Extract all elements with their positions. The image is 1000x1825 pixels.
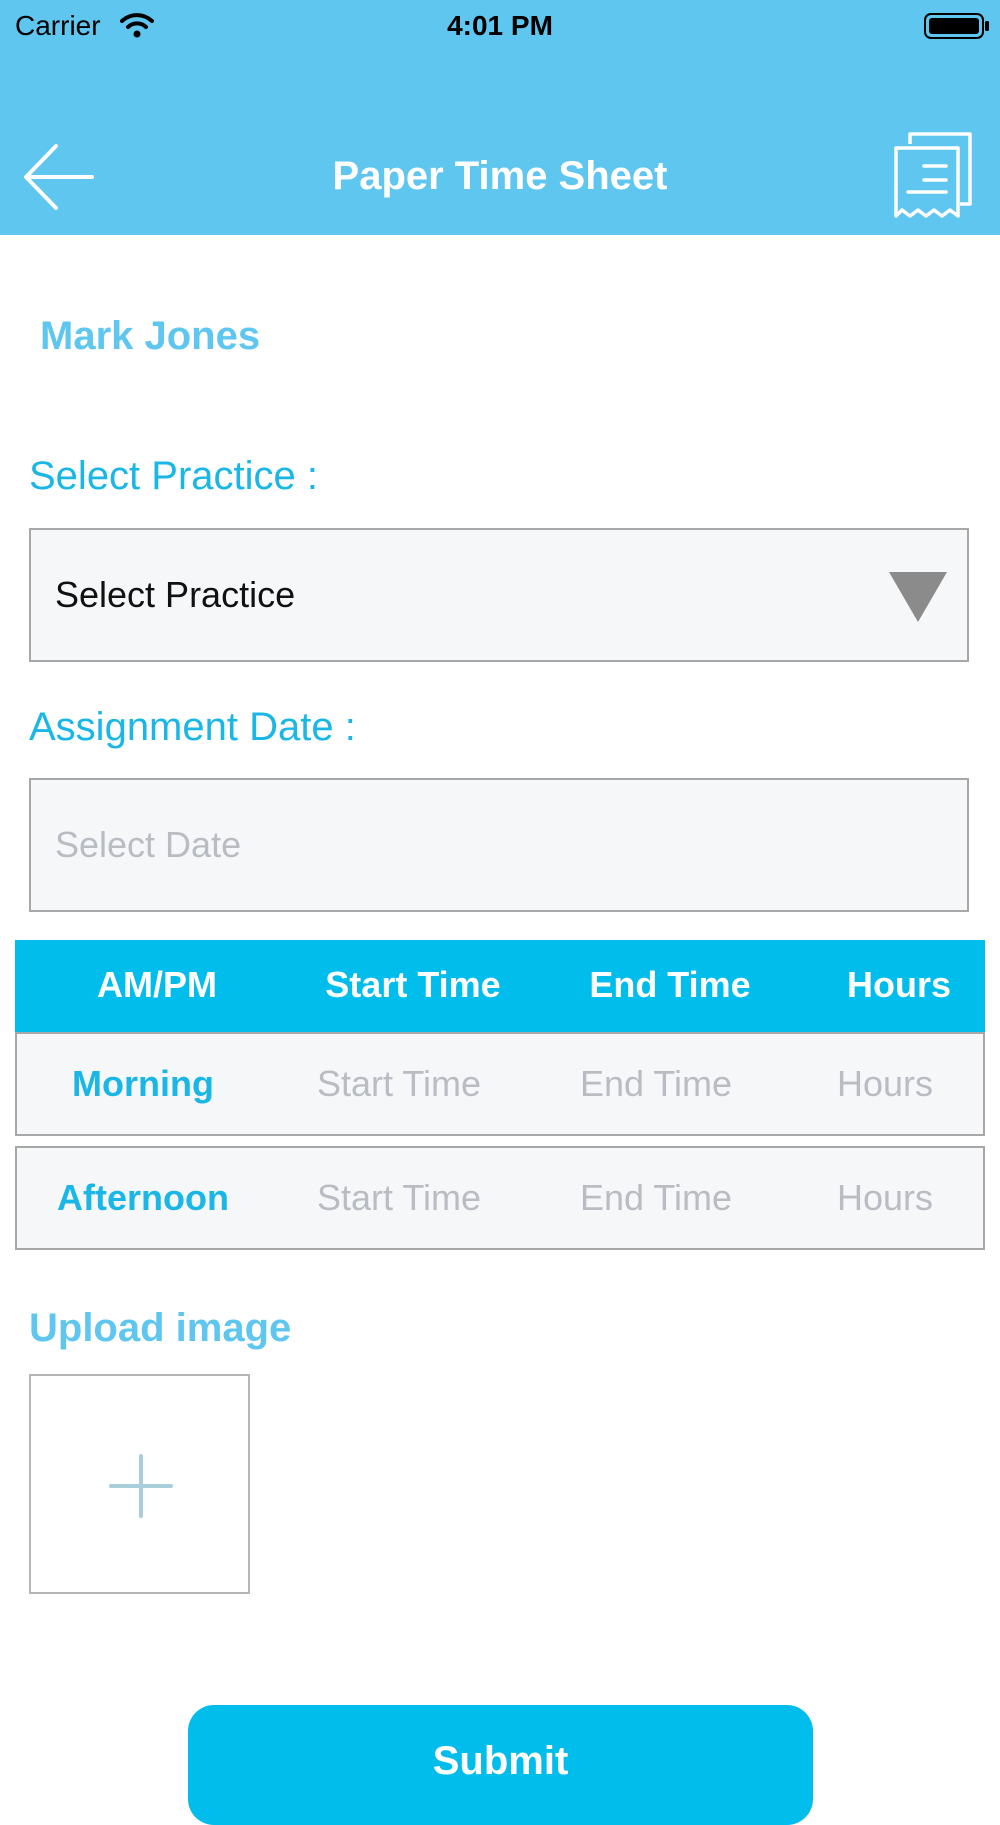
time-table-header: AM/PM Start Time End Time Hours (15, 940, 985, 1032)
plus-icon (109, 1454, 173, 1518)
period-label: Morning (72, 1063, 214, 1104)
practice-dropdown[interactable]: Select Practice (29, 528, 969, 662)
nav-bar: Paper Time Sheet (0, 52, 1000, 235)
hours-input[interactable]: Hours (765, 1063, 1000, 1105)
user-name: Mark Jones (40, 314, 261, 358)
header-hours: Hours (846, 964, 951, 1005)
assignment-date-field[interactable]: Select Date (29, 778, 969, 912)
practice-label: Select Practice : (29, 454, 319, 498)
date-placeholder: Select Date (55, 824, 242, 865)
table-row-afternoon: Afternoon Start Time End Time Hours (15, 1146, 985, 1250)
period-label: Afternoon (57, 1177, 229, 1218)
status-bar: Carrier 4:01 PM (0, 0, 1000, 52)
hours-input[interactable]: Hours (765, 1177, 1000, 1219)
header-am-pm: AM/PM (97, 964, 217, 1005)
submit-button[interactable]: Submit (188, 1705, 813, 1825)
submit-label: Submit (432, 1739, 569, 1783)
upload-image-button[interactable] (29, 1374, 250, 1594)
table-row-morning: Morning Start Time End Time Hours (15, 1032, 985, 1136)
start-time-input[interactable]: Start Time (279, 1177, 519, 1219)
dropdown-arrow-icon (889, 572, 947, 622)
battery-icon (924, 12, 990, 45)
start-time-input[interactable]: Start Time (279, 1063, 519, 1105)
assignment-date-label: Assignment Date : (29, 705, 356, 749)
header-start-time: Start Time (325, 964, 501, 1005)
receipt-icon[interactable] (892, 130, 974, 220)
end-time-input[interactable]: End Time (536, 1177, 776, 1219)
end-time-input[interactable]: End Time (536, 1063, 776, 1105)
practice-selected-value: Select Practice (55, 574, 296, 615)
page-title: Paper Time Sheet (332, 154, 668, 198)
header-end-time: End Time (589, 964, 751, 1005)
upload-image-label: Upload image (29, 1306, 292, 1350)
status-time: 4:01 PM (447, 10, 553, 41)
